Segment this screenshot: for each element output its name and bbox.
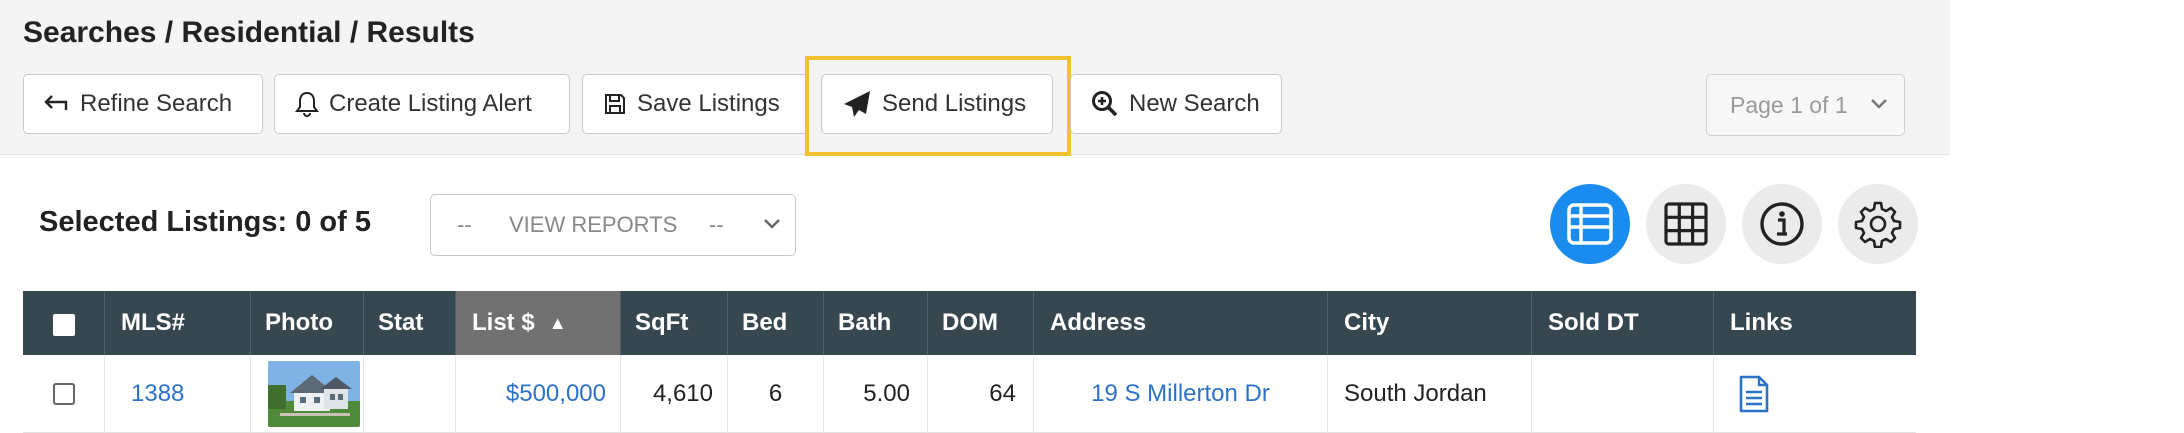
view-reports-select[interactable]: -- VIEW REPORTS -- bbox=[430, 194, 796, 256]
address-link[interactable]: 19 S Millerton Dr bbox=[1091, 380, 1270, 408]
selected-listings-count: Selected Listings: 0 of 5 bbox=[39, 206, 371, 238]
listing-photo[interactable] bbox=[268, 361, 360, 427]
info-icon bbox=[1760, 202, 1804, 246]
column-dom[interactable]: DOM bbox=[927, 291, 1033, 355]
zoom-plus-icon bbox=[1092, 91, 1118, 117]
column-stat[interactable]: Stat bbox=[363, 291, 453, 355]
column-address[interactable]: Address bbox=[1033, 291, 1327, 355]
send-listings-label: Send Listings bbox=[882, 90, 1027, 117]
gear-icon bbox=[1854, 201, 1902, 248]
dom-cell: 64 bbox=[927, 355, 1033, 433]
info-button[interactable] bbox=[1742, 184, 1822, 264]
column-sold-date[interactable]: Sold DT bbox=[1531, 291, 1713, 355]
create-listing-alert-button[interactable]: Create Listing Alert bbox=[274, 74, 570, 134]
column-sqft[interactable]: SqFt bbox=[620, 291, 727, 355]
column-list-price-label: List $ bbox=[472, 309, 535, 336]
reports-select-value: VIEW REPORTS bbox=[509, 212, 678, 237]
new-search-button[interactable]: New Search bbox=[1070, 74, 1282, 134]
city-cell: South Jordan bbox=[1327, 355, 1531, 433]
save-listings-button[interactable]: Save Listings bbox=[582, 74, 808, 134]
list-price-cell[interactable]: $500,000 bbox=[455, 355, 620, 433]
results-table: MLS# Photo Stat List $ ▲ SqFt Bed Bath D… bbox=[23, 291, 1916, 433]
row-checkbox[interactable] bbox=[53, 383, 75, 405]
chevron-down-icon bbox=[764, 219, 780, 229]
table-header: MLS# Photo Stat List $ ▲ SqFt Bed Bath D… bbox=[23, 291, 1916, 355]
sort-ascending-icon: ▲ bbox=[548, 312, 567, 333]
refine-search-label: Refine Search bbox=[80, 90, 233, 117]
column-list-price[interactable]: List $ ▲ bbox=[455, 291, 620, 355]
list-price-link[interactable]: $500,000 bbox=[506, 380, 606, 408]
column-bed[interactable]: Bed bbox=[727, 291, 823, 355]
status-cell bbox=[363, 355, 455, 433]
settings-button[interactable] bbox=[1838, 184, 1918, 264]
page-select-value: Page 1 of 1 bbox=[1730, 91, 1848, 118]
column-mls[interactable]: MLS# bbox=[104, 291, 194, 355]
sqft-cell: 4,610 bbox=[620, 355, 727, 433]
column-photo[interactable]: Photo bbox=[250, 291, 342, 355]
document-icon[interactable] bbox=[1738, 375, 1770, 413]
address-cell[interactable]: 19 S Millerton Dr bbox=[1033, 355, 1327, 433]
chevron-down-icon bbox=[1871, 99, 1887, 109]
mls-number-link[interactable]: 1388 bbox=[104, 355, 250, 433]
select-all-checkbox[interactable] bbox=[53, 314, 75, 336]
breadcrumb: Searches / Residential / Results bbox=[23, 16, 475, 49]
mls-number[interactable]: 1388 bbox=[131, 380, 184, 408]
results-toolbar: Searches / Residential / Results Refine … bbox=[0, 0, 1950, 156]
return-arrow-icon bbox=[44, 95, 68, 110]
save-listings-label: Save Listings bbox=[637, 90, 780, 117]
paper-plane-icon bbox=[844, 91, 870, 117]
sold-date-cell bbox=[1531, 355, 1713, 433]
column-links[interactable]: Links bbox=[1713, 291, 1916, 355]
reports-dash-left: -- bbox=[457, 212, 472, 237]
bell-icon bbox=[295, 91, 319, 117]
bed-cell: 6 bbox=[727, 355, 823, 433]
reports-dash-right: -- bbox=[709, 212, 724, 237]
create-alert-label: Create Listing Alert bbox=[329, 90, 532, 117]
links-cell bbox=[1713, 355, 1916, 433]
list-view-button[interactable] bbox=[1550, 184, 1630, 264]
new-search-label: New Search bbox=[1129, 90, 1260, 117]
save-disk-icon bbox=[605, 94, 625, 114]
grid-view-button[interactable] bbox=[1646, 184, 1726, 264]
page-select[interactable]: Page 1 of 1 bbox=[1706, 74, 1905, 136]
table-row[interactable]: 1388 $500,000 4,610 6 5.00 64 19 S Mille… bbox=[23, 355, 1916, 433]
list-icon bbox=[1567, 203, 1613, 245]
column-bath[interactable]: Bath bbox=[823, 291, 927, 355]
photo-cell[interactable] bbox=[250, 355, 363, 433]
bath-cell: 5.00 bbox=[823, 355, 927, 433]
refine-search-button[interactable]: Refine Search bbox=[23, 74, 263, 134]
grid-icon bbox=[1664, 202, 1708, 246]
column-city[interactable]: City bbox=[1327, 291, 1531, 355]
send-listings-button[interactable]: Send Listings bbox=[821, 74, 1053, 134]
